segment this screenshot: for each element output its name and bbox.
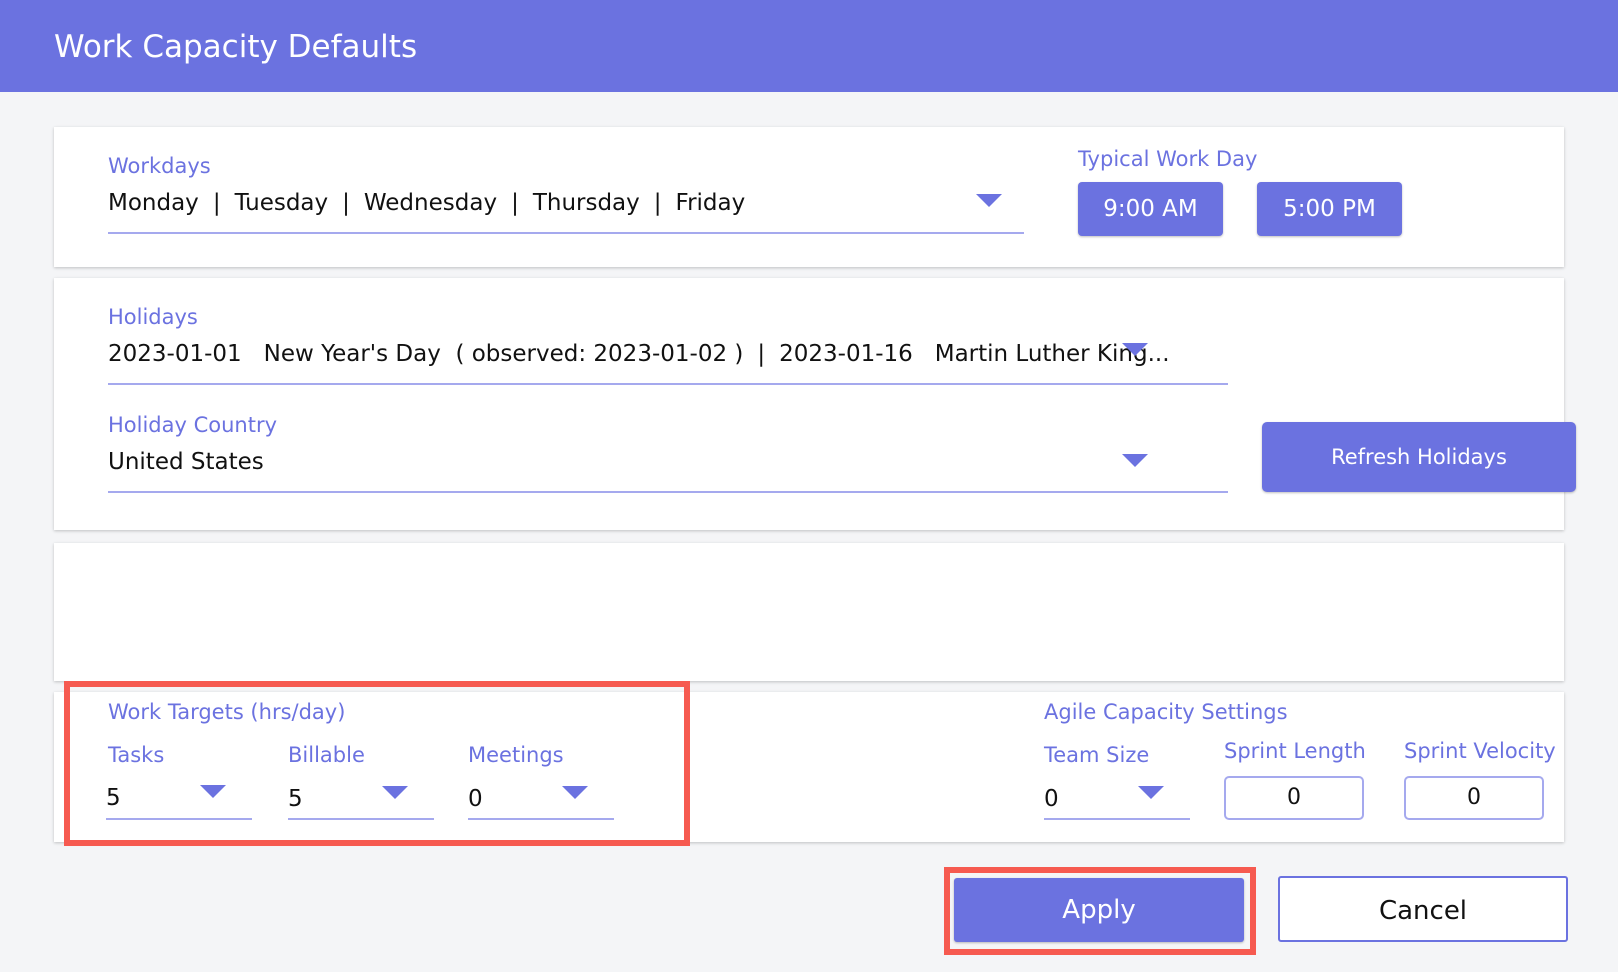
sprint-velocity-label: Sprint Velocity (1404, 739, 1556, 763)
work-targets-highlight (64, 681, 690, 846)
holiday-name: New Year's Day (263, 341, 441, 367)
dialog-header: Work Capacity Defaults (0, 0, 1618, 92)
refresh-holidays-button[interactable]: Refresh Holidays (1262, 422, 1576, 492)
apply-button-highlight (944, 867, 1256, 955)
holiday-date: 2023-01-01 (108, 341, 242, 367)
holiday-separator: | (757, 341, 766, 367)
workday-friday: Friday (675, 190, 746, 216)
holiday-country-dropdown-icon[interactable] (1122, 454, 1148, 467)
holiday-country-underline (108, 491, 1228, 493)
team-size-select[interactable]: 0 (1044, 785, 1059, 813)
holidays-select[interactable]: 2023-01-01 New Year's Day ( observed: 20… (108, 340, 1170, 368)
typical-work-day-label: Typical Work Day (1078, 147, 1258, 171)
holiday-country-label: Holiday Country (108, 413, 278, 437)
cancel-button[interactable]: Cancel (1278, 876, 1568, 942)
holidays-label: Holidays (108, 305, 198, 329)
workday-separator: | (511, 190, 519, 216)
sprint-length-label: Sprint Length (1224, 739, 1366, 763)
workdays-underline (108, 232, 1024, 234)
workday-separator: | (212, 190, 221, 216)
agile-capacity-label: Agile Capacity Settings (1044, 700, 1288, 724)
empty-card (54, 543, 1564, 681)
sprint-velocity-input[interactable]: 0 (1404, 776, 1544, 820)
work-day-start-button[interactable]: 9:00 AM (1078, 182, 1223, 236)
workdays-dropdown-icon[interactable] (976, 194, 1002, 207)
sprint-length-input[interactable]: 0 (1224, 776, 1364, 820)
holiday-date: 2023-01-16 (779, 341, 913, 367)
workdays-select[interactable]: Monday | Tuesday | Wednesday | Thursday | Friday (108, 189, 745, 217)
workday-thursday: Thursday (532, 190, 640, 216)
team-size-dropdown-icon[interactable] (1138, 786, 1164, 799)
work-day-end-button[interactable]: 5:00 PM (1257, 182, 1402, 236)
team-size-underline (1044, 818, 1190, 820)
workday-tuesday: Tuesday (234, 190, 329, 216)
dialog-title: Work Capacity Defaults (54, 29, 418, 65)
workdays-card: Workdays Monday | Tuesday | Wednesday | Thursd… (54, 127, 1564, 267)
holiday-country-select[interactable]: United States (108, 448, 264, 476)
workday-wednesday: Wednesday (363, 190, 498, 216)
workdays-label: Workdays (108, 154, 211, 178)
workday-monday: Monday (108, 190, 199, 216)
workday-separator: | (653, 190, 662, 216)
team-size-label: Team Size (1044, 743, 1150, 767)
holiday-observed: ( observed: 2023-01-02 ) (455, 341, 744, 367)
holidays-card: Holidays 2023-01-01 New Year's Day ( obs… (54, 278, 1576, 530)
holidays-dropdown-icon[interactable] (1122, 343, 1148, 356)
workday-separator: | (342, 190, 350, 216)
holidays-underline (108, 383, 1228, 385)
